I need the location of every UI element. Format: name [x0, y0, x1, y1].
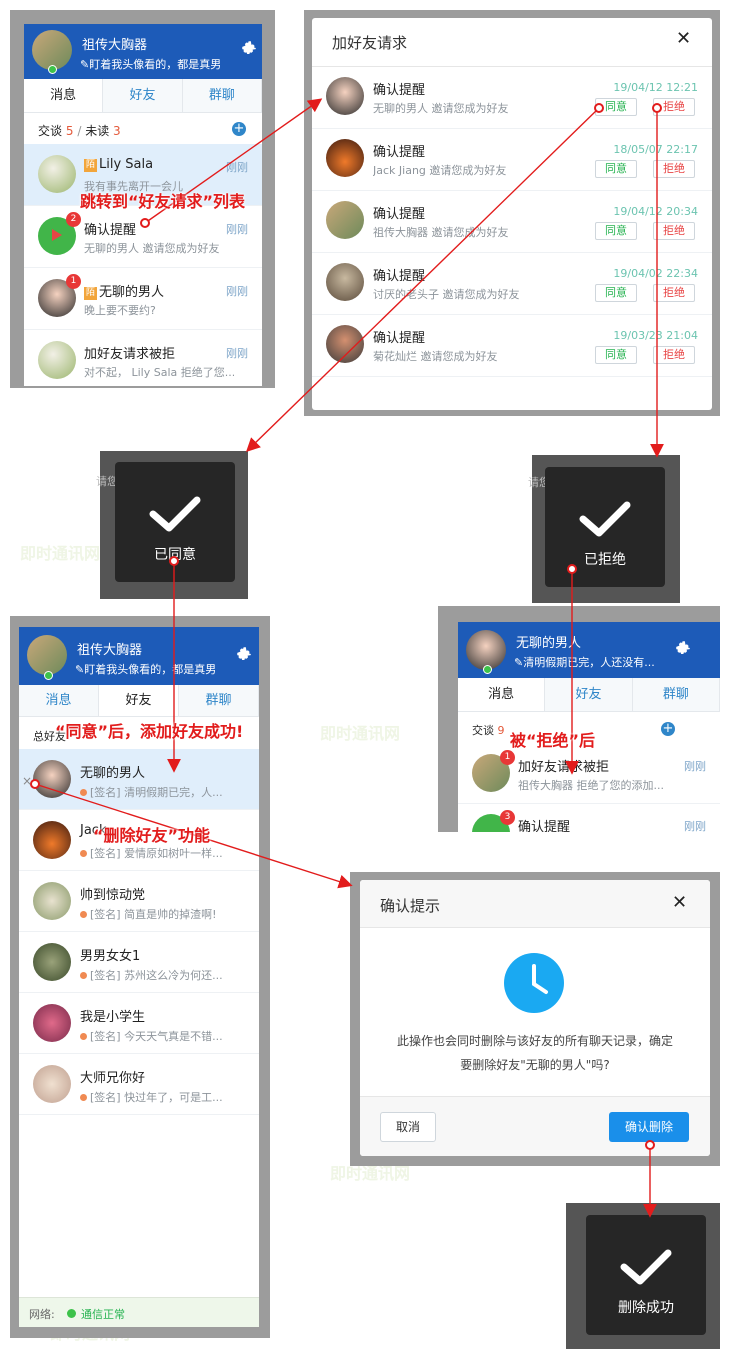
annotation-reject: 被“拒绝”后 — [510, 731, 596, 750]
annotation-jump: 跳转到“好友请求”列表 — [80, 192, 246, 211]
annotation-delete: “删除好友”功能 — [93, 826, 211, 845]
annotation-agree: “同意”后，添加好友成功! — [55, 722, 244, 741]
